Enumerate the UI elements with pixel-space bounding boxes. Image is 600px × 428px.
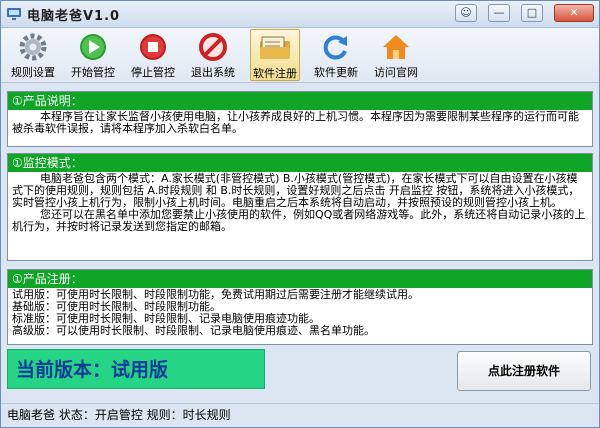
current-version-label: 当前版本：试用版 — [7, 349, 265, 389]
product-description-text: 本程序旨在让家长监督小孩使用电脑，让小孩养成良好的上机习惯。本程序因为需要限制某… — [12, 110, 579, 135]
play-icon — [80, 34, 106, 60]
monitor-mode-text: 电脑老爸包含两个模式：A.家长模式(非管控模式) B.小孩模式(管控模式)，在家… — [12, 172, 586, 233]
gear-icon — [19, 33, 47, 61]
monitor-mode-heading: ①监控模式： — [8, 154, 592, 172]
app-window: 电脑老爸V1.0 ☺ — □ ✕ 规则设置 开始管控 停止管控 退出系统 软件注… — [0, 0, 600, 428]
window-title: 电脑老爸V1.0 — [27, 9, 121, 24]
product-description-heading: ①产品说明： — [8, 92, 592, 110]
close-button[interactable]: ✕ — [554, 4, 594, 22]
maximize-button[interactable]: □ — [521, 4, 543, 22]
status-bar: 电脑老爸 状态：开启管控 规则：时长规则 — [1, 403, 599, 427]
registration-heading: ①产品注册： — [8, 270, 592, 288]
software-register-label: 软件注册 — [253, 67, 297, 80]
home-icon — [383, 35, 409, 59]
monitor-mode-section: ①监控模式： 电脑老爸包含两个模式：A.家长模式(非管控模式) B.小孩模式(管… — [7, 153, 593, 261]
start-monitor-button[interactable]: 开始管控 — [68, 29, 118, 81]
stop-monitor-label: 停止管控 — [131, 66, 175, 79]
rules-settings-button[interactable]: 规则设置 — [8, 29, 58, 81]
stop-icon — [140, 34, 166, 60]
no-entry-icon — [199, 33, 227, 61]
registration-list: 试用版：可使用时长限制、时段限制功能，免费试用期过后需要注册才能继续试用。 基础… — [8, 288, 592, 337]
registration-icon — [260, 36, 290, 59]
chat-button[interactable]: ☺ — [455, 4, 477, 22]
minimize-button[interactable]: — — [488, 4, 510, 22]
register-software-button[interactable]: 点此注册软件 — [457, 351, 591, 391]
visit-website-label: 访问官网 — [374, 66, 418, 79]
software-update-button[interactable]: 软件更新 — [311, 29, 361, 81]
registration-section: ①产品注册： 试用版：可使用时长限制、时段限制功能，免费试用期过后需要注册才能继… — [7, 269, 593, 345]
software-update-label: 软件更新 — [314, 66, 358, 79]
app-logo-icon — [7, 8, 21, 20]
software-register-button[interactable]: 软件注册 — [250, 29, 300, 81]
edition-advanced: 高级版：可以使用时长限制、时段限制、记录电脑使用痕迹、黑名单功能。 — [12, 324, 375, 337]
stop-monitor-button[interactable]: 停止管控 — [128, 29, 178, 81]
exit-system-button[interactable]: 退出系统 — [188, 29, 238, 81]
toolbar: 规则设置 开始管控 停止管控 退出系统 软件注册 软件更新 访问官网 — [1, 28, 599, 83]
rules-settings-label: 规则设置 — [11, 66, 55, 79]
exit-system-label: 退出系统 — [191, 66, 235, 79]
start-monitor-label: 开始管控 — [71, 66, 115, 79]
title-bar[interactable]: 电脑老爸V1.0 ☺ — □ ✕ — [1, 1, 599, 28]
refresh-icon — [323, 35, 347, 60]
product-description-section: ①产品说明： 本程序旨在让家长监督小孩使用电脑，让小孩养成良好的上机习惯。本程序… — [7, 91, 593, 147]
visit-website-button[interactable]: 访问官网 — [371, 29, 421, 81]
